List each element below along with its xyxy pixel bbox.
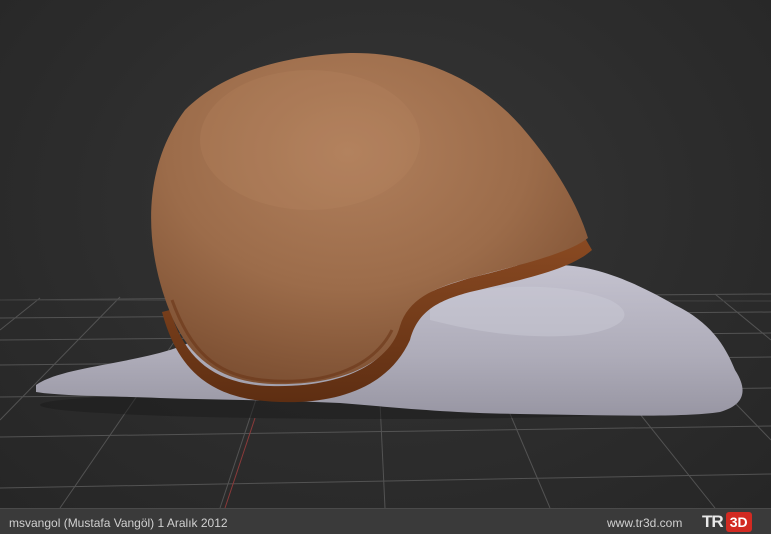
tr3d-logo[interactable]: TR 3D bbox=[702, 511, 766, 533]
footer-bar: msvangol (Mustafa Vangöl) 1 Aralık 2012 … bbox=[0, 508, 771, 534]
author-credit: msvangol (Mustafa Vangöl) 1 Aralık 2012 bbox=[9, 516, 228, 530]
site-url[interactable]: www.tr3d.com bbox=[607, 516, 682, 530]
logo-badge-3d: 3D bbox=[725, 512, 752, 532]
3d-viewport bbox=[0, 0, 771, 508]
axis-line bbox=[224, 417, 256, 508]
scene-render bbox=[0, 52, 771, 508]
logo-text-tr: TR bbox=[702, 512, 724, 531]
